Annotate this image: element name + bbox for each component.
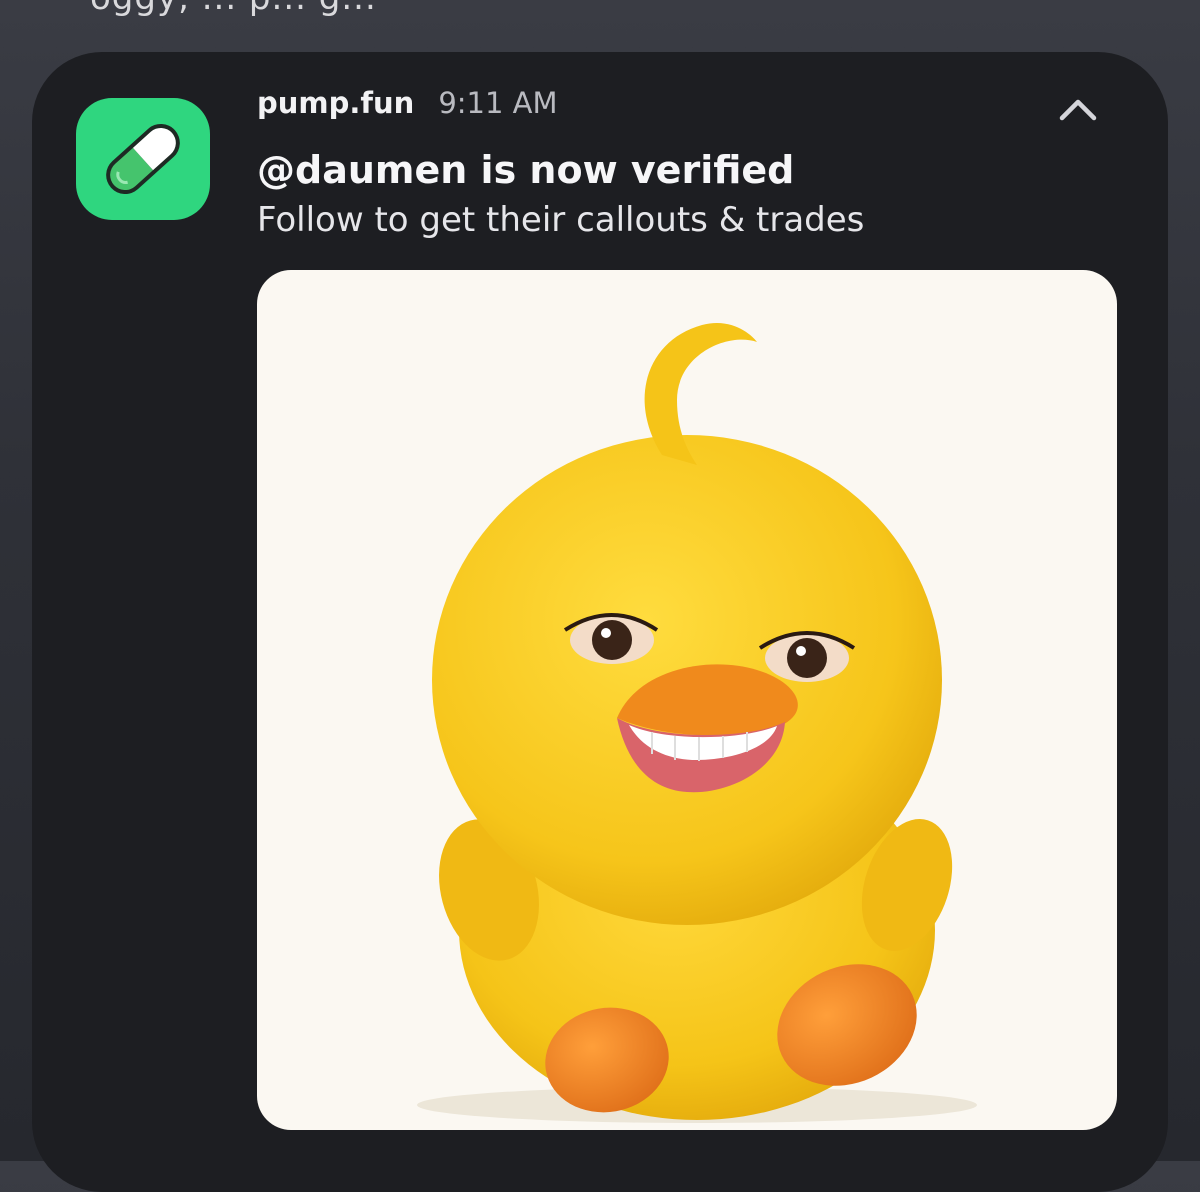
notification-time: 9:11 AM xyxy=(438,86,558,120)
notification-body: Follow to get their callouts & trades xyxy=(257,200,865,240)
collapse-button[interactable] xyxy=(1052,90,1104,130)
notification-image[interactable] xyxy=(257,270,1117,1130)
app-icon xyxy=(76,98,210,220)
pill-capsule-icon xyxy=(106,123,180,195)
background-cutoff-text: oggy, ... p... g... xyxy=(90,0,377,18)
notification-title: @daumen is now verified xyxy=(257,148,795,192)
notification-card[interactable]: pump.fun 9:11 AM @daumen is now verified… xyxy=(32,52,1168,1192)
app-name: pump.fun xyxy=(257,86,415,120)
yellow-chick-image xyxy=(417,322,977,1123)
notification-header: pump.fun 9:11 AM xyxy=(257,86,558,120)
chevron-up-icon xyxy=(1059,99,1097,121)
